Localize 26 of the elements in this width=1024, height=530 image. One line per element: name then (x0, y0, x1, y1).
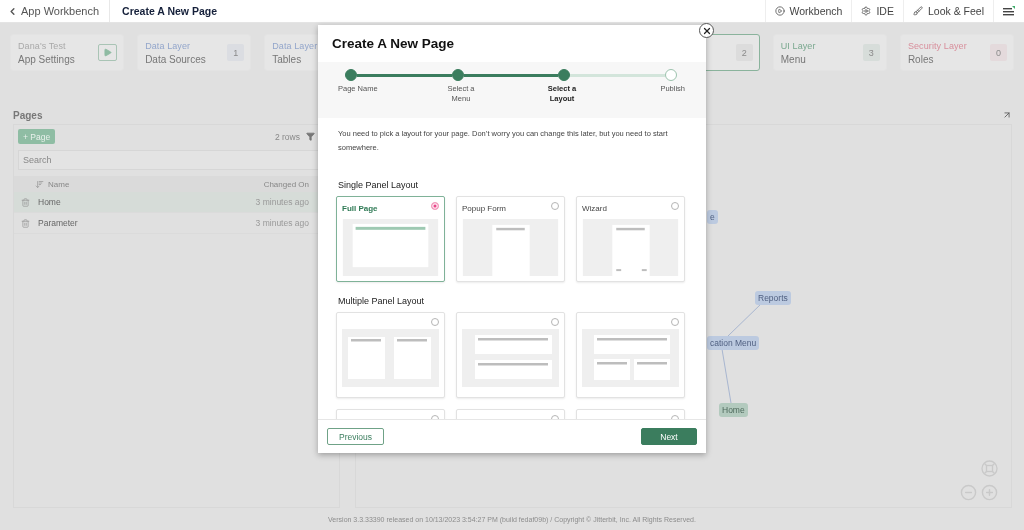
table-cell: Home (38, 197, 61, 207)
page-title: Create A New Page (122, 5, 217, 17)
row-count: 2 rows (274, 131, 300, 142)
card-name: Data Sources (145, 53, 206, 65)
layer-label: Dana's Test (18, 40, 67, 51)
layer-label: Security Layer (907, 40, 967, 51)
card-name: Menu (780, 53, 807, 65)
layer-label: Data Layer (272, 40, 318, 51)
section-title: Single Panel Layout (338, 180, 420, 190)
table-cell: Parameter (38, 218, 78, 228)
layout-title: Popup Form (462, 204, 507, 213)
layout-title: Wizard (582, 204, 607, 213)
count-badge: 0 (990, 44, 1007, 61)
layer-label: Data Layer (145, 40, 192, 51)
card-name: App Settings (18, 53, 75, 65)
table-cell: 3 minutes ago (255, 218, 309, 228)
count-badge: 3 (862, 44, 880, 61)
layer-label: UI Layer (780, 40, 816, 51)
count-badge: 2 (735, 44, 753, 61)
panel-title: Pages (13, 109, 43, 121)
card-name: Roles (907, 53, 935, 65)
count-badge: 1 (227, 44, 245, 61)
dialog-title: Create A New Page (332, 36, 455, 51)
layout-title: Full Page (342, 204, 378, 213)
section-title: Multiple Panel Layout (338, 296, 426, 306)
card-name: Tables (272, 53, 303, 65)
